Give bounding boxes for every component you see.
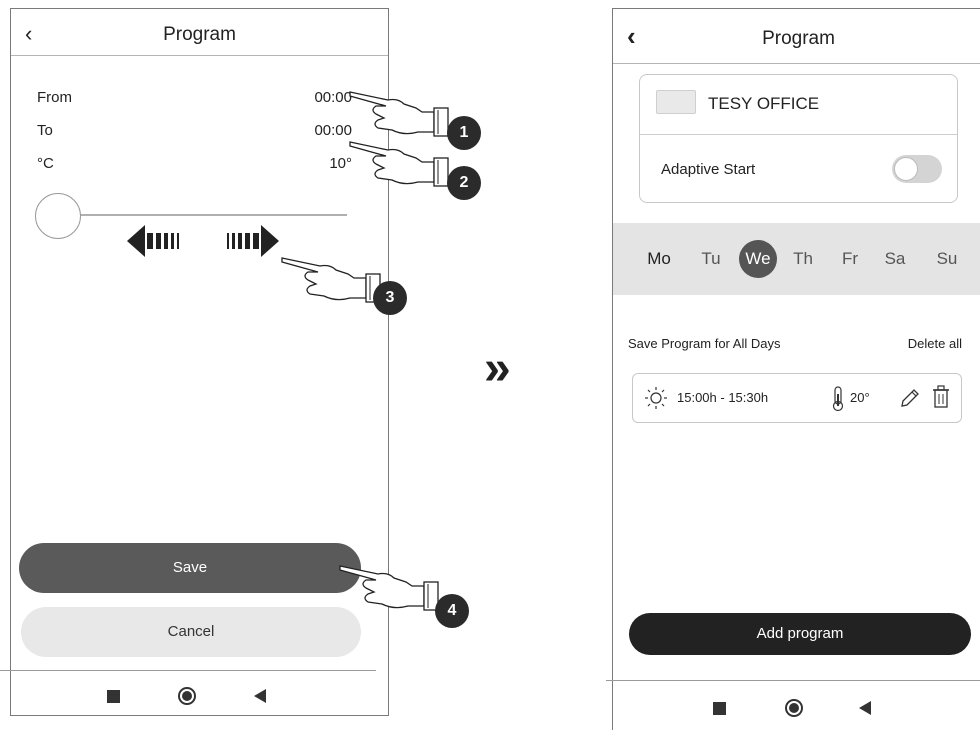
nav-divider-left [0, 670, 376, 671]
temperature-slider-knob[interactable] [35, 193, 81, 239]
card-divider [640, 134, 957, 135]
day-fr[interactable]: Fr [830, 249, 870, 269]
delete-all-link[interactable]: Delete all [908, 336, 962, 351]
day-mo[interactable]: Mo [639, 249, 679, 269]
delete-trash-icon[interactable] [931, 385, 951, 409]
sun-icon [645, 387, 667, 409]
program-temperature: 20° [850, 390, 870, 405]
day-selector-bar: Mo Tu We Th Fr Sa Su [613, 223, 980, 295]
toggle-knob [894, 157, 918, 181]
home-icon[interactable] [785, 699, 803, 717]
recent-apps-icon[interactable] [713, 702, 726, 715]
step-badge-2: 2 [447, 166, 481, 200]
header-divider [11, 55, 388, 56]
recent-apps-icon[interactable] [107, 690, 120, 703]
device-card: TESY OFFICE Adaptive Start [639, 74, 958, 203]
thermometer-icon [832, 386, 844, 412]
step-badge-3: 3 [373, 281, 407, 315]
back-nav-icon[interactable] [859, 701, 871, 715]
arrow-right-icon [227, 225, 279, 257]
adaptive-start-toggle[interactable] [892, 155, 942, 183]
device-name: TESY OFFICE [708, 94, 820, 113]
to-label: To [37, 122, 53, 139]
page-title: Program [163, 24, 236, 45]
home-icon[interactable] [178, 687, 196, 705]
heater-device-icon [656, 90, 696, 114]
day-we-selected[interactable]: We [739, 240, 777, 278]
from-time-value[interactable]: 00:00 [314, 89, 352, 106]
to-time-value[interactable]: 00:00 [314, 122, 352, 139]
temperature-slider-track[interactable] [61, 214, 347, 216]
page-title: Program [762, 28, 835, 49]
day-th[interactable]: Th [783, 249, 823, 269]
add-program-button[interactable]: Add program [629, 613, 971, 655]
pointing-hand-icon [339, 565, 439, 611]
program-time-range: 15:00h - 15:30h [677, 390, 769, 405]
day-tu[interactable]: Tu [691, 249, 731, 269]
next-step-separator: » [484, 342, 511, 395]
adaptive-start-label: Adaptive Start [661, 161, 756, 178]
cancel-button[interactable]: Cancel [21, 607, 361, 657]
pointing-hand-icon [349, 141, 449, 187]
header-divider [613, 63, 980, 64]
phone-left-screen: ‹ Program From 00:00 To 00:00 °C 10° Sav… [10, 8, 389, 716]
pointing-hand-icon [349, 91, 449, 137]
program-item[interactable]: 15:00h - 15:30h 20° [632, 373, 962, 423]
from-label: From [37, 89, 72, 106]
step-badge-4: 4 [435, 594, 469, 628]
back-nav-icon[interactable] [254, 689, 266, 703]
day-sa[interactable]: Sa [875, 249, 915, 269]
arrow-left-icon [127, 225, 179, 257]
phone-right-screen: ‹ Program TESY OFFICE Adaptive Start Mo … [612, 8, 980, 730]
nav-divider-right [606, 680, 980, 681]
edit-pencil-icon[interactable] [899, 387, 921, 409]
save-program-all-days-link[interactable]: Save Program for All Days [628, 336, 780, 351]
save-button[interactable]: Save [19, 543, 361, 593]
day-su[interactable]: Su [927, 249, 967, 269]
celsius-label: °C [37, 155, 54, 172]
